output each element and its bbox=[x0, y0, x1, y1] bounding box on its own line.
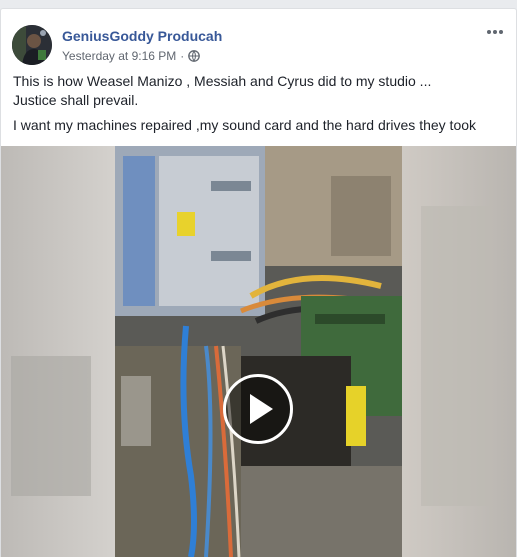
post-paragraph-2: I want my machines repaired ,my sound ca… bbox=[13, 117, 477, 133]
play-button[interactable] bbox=[223, 374, 293, 444]
avatar[interactable] bbox=[12, 25, 52, 65]
avatar-image bbox=[12, 25, 52, 65]
post-meta: Yesterday at 9:16 PM · bbox=[62, 48, 201, 66]
post-header: GeniusGoddy Producah Yesterday at 9:16 P… bbox=[12, 23, 506, 65]
meta-separator: · bbox=[180, 49, 185, 63]
feed-post: GeniusGoddy Producah Yesterday at 9:16 P… bbox=[0, 8, 517, 557]
video-thumbnail bbox=[1, 146, 516, 557]
play-icon bbox=[250, 394, 273, 424]
post-timestamp[interactable]: Yesterday at 9:16 PM bbox=[62, 49, 176, 63]
post-paragraph-1: This is how Weasel Manizo , Messiah and … bbox=[13, 73, 432, 108]
video-player[interactable] bbox=[1, 146, 516, 557]
post-text: This is how Weasel Manizo , Messiah and … bbox=[13, 72, 504, 141]
more-options-icon[interactable] bbox=[484, 23, 506, 41]
globe-icon[interactable] bbox=[188, 50, 201, 66]
author-name[interactable]: GeniusGoddy Producah bbox=[62, 27, 222, 45]
